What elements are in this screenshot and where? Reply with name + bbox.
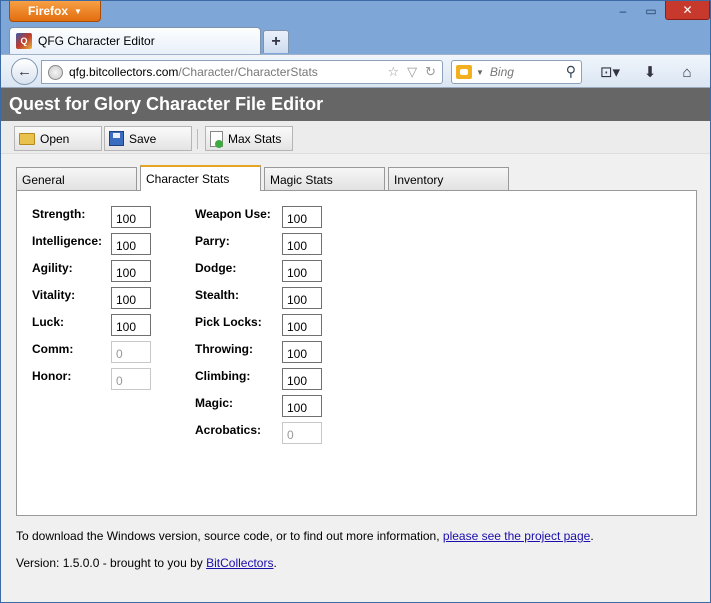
chevron-down-icon[interactable]: ▼ (476, 68, 484, 77)
url-icons: ☆ ▽ ↻ (387, 64, 436, 80)
favicon-icon: Q (16, 33, 32, 49)
folder-icon (19, 132, 35, 145)
honor-label: Honor: (32, 369, 72, 383)
weapon-use-input[interactable] (282, 206, 322, 228)
maximize-button[interactable]: ▭ (637, 1, 665, 20)
search-placeholder: Bing (489, 65, 514, 79)
stealth-label: Stealth: (195, 288, 240, 302)
honor-input (111, 368, 151, 390)
vitality-input[interactable] (111, 287, 151, 309)
character-stats-panel: Strength: Intelligence: Agility: Vitalit… (16, 190, 697, 516)
bookmarks-menu-icon[interactable]: ⊡▾ (593, 61, 627, 83)
tab-strip: Q QFG Character Editor + (1, 27, 710, 54)
intelligence-input[interactable] (111, 233, 151, 255)
dodge-label: Dodge: (195, 261, 237, 275)
url-bar[interactable]: qfg.bitcollectors.com/Character/Characte… (41, 60, 443, 84)
agility-input[interactable] (111, 260, 151, 282)
acrobatics-label: Acrobatics: (195, 423, 262, 437)
app-toolbar: Open Save Max Stats (1, 121, 710, 154)
globe-icon (48, 64, 63, 80)
download-info: To download the Windows version, source … (16, 529, 594, 543)
magic-input[interactable] (282, 395, 322, 417)
toolbar-separator (197, 129, 198, 149)
bookmark-star-icon[interactable]: ☆ (387, 64, 399, 80)
climbing-input[interactable] (282, 368, 322, 390)
project-page-link[interactable]: please see the project page (443, 529, 590, 543)
save-button[interactable]: Save (104, 126, 192, 151)
comm-label: Comm: (32, 342, 74, 356)
strength-label: Strength: (32, 207, 86, 221)
open-label: Open (40, 131, 70, 146)
save-disk-icon (109, 131, 124, 146)
climbing-label: Climbing: (195, 369, 251, 383)
page-title: Quest for Glory Character File Editor (1, 88, 710, 121)
bing-engine-icon[interactable] (456, 65, 472, 79)
tab-title: QFG Character Editor (38, 34, 155, 48)
version-text: Version: 1.5.0.0 - brought to you by (16, 556, 207, 570)
back-arrow-icon: ← (17, 63, 32, 80)
acrobatics-input (282, 422, 322, 444)
chevron-down-icon: ▼ (74, 6, 82, 16)
throwing-input[interactable] (282, 341, 322, 363)
stealth-input[interactable] (282, 287, 322, 309)
tab-general[interactable]: General (16, 167, 137, 190)
pick-locks-input[interactable] (282, 314, 322, 336)
back-button[interactable]: ← (11, 58, 38, 85)
magic-label: Magic: (195, 396, 234, 410)
version-info: Version: 1.5.0.0 - brought to you by Bit… (16, 556, 277, 570)
agility-label: Agility: (32, 261, 73, 275)
version-text-end: . (273, 556, 277, 570)
firefox-menu-label: Firefox (28, 4, 69, 18)
tab-inventory[interactable]: Inventory (388, 167, 509, 190)
intelligence-label: Intelligence: (32, 234, 103, 248)
firefox-menu-button[interactable]: Firefox ▼ (9, 1, 101, 22)
pick-locks-label: Pick Locks: (195, 315, 262, 329)
url-path: /Character/CharacterStats (178, 65, 318, 79)
browser-tab[interactable]: Q QFG Character Editor (9, 27, 261, 54)
search-bar[interactable]: ▼ Bing ⚲ (451, 60, 582, 84)
navigation-toolbar: ← qfg.bitcollectors.com/Character/Charac… (1, 54, 710, 88)
browser-window: Firefox ▼ – ▭ ✕ Q QFG Character Editor +… (0, 0, 711, 603)
close-window-button[interactable]: ✕ (665, 1, 710, 20)
save-label: Save (129, 131, 157, 146)
luck-label: Luck: (32, 315, 65, 329)
max-stats-button[interactable]: Max Stats (205, 126, 293, 151)
page-add-icon (210, 130, 223, 148)
title-bar: Firefox ▼ – ▭ ✕ (1, 1, 710, 27)
weapon-use-label: Weapon Use: (195, 207, 271, 221)
open-button[interactable]: Open (14, 126, 102, 151)
luck-input[interactable] (111, 314, 151, 336)
download-text-end: . (590, 529, 594, 543)
parry-input[interactable] (282, 233, 322, 255)
vitality-label: Vitality: (32, 288, 76, 302)
bitcollectors-link[interactable]: BitCollectors (206, 556, 273, 570)
new-tab-button[interactable]: + (263, 30, 289, 53)
throwing-label: Throwing: (195, 342, 253, 356)
strength-input[interactable] (111, 206, 151, 228)
page-content: Quest for Glory Character File Editor Op… (1, 88, 710, 602)
home-icon[interactable]: ⌂ (676, 61, 698, 83)
editor-tabs: General Character Stats Magic Stats Inve… (16, 165, 697, 191)
search-icon[interactable]: ⚲ (566, 63, 576, 80)
tab-character-stats[interactable]: Character Stats (140, 165, 261, 191)
dodge-input[interactable] (282, 260, 322, 282)
url-dropdown-icon[interactable]: ▽ (407, 64, 417, 80)
url-text: qfg.bitcollectors.com/Character/Characte… (69, 65, 318, 79)
reload-icon[interactable]: ↻ (425, 64, 436, 80)
download-icon[interactable]: ⬇ (639, 61, 661, 83)
tab-magic-stats[interactable]: Magic Stats (264, 167, 385, 190)
minimize-button[interactable]: – (609, 1, 637, 20)
download-text: To download the Windows version, source … (16, 529, 443, 543)
comm-input (111, 341, 151, 363)
max-stats-label: Max Stats (228, 131, 282, 146)
parry-label: Parry: (195, 234, 230, 248)
url-domain: qfg.bitcollectors.com (69, 65, 179, 79)
